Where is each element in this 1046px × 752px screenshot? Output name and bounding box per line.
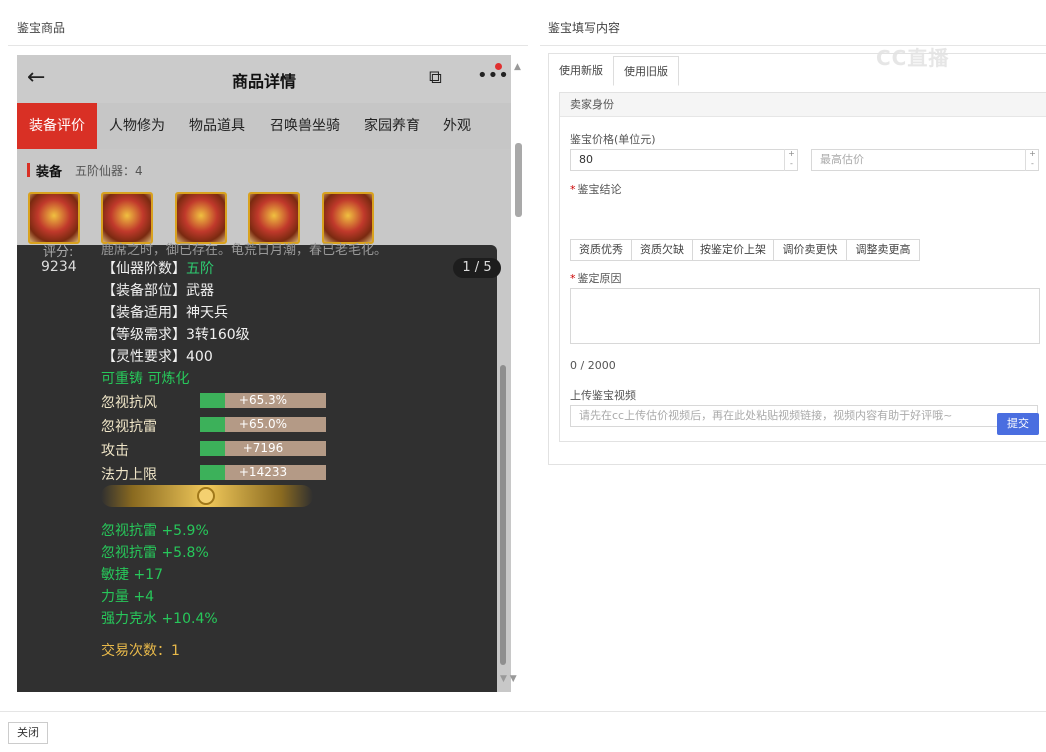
- seller-identity-section: 卖家身份: [560, 93, 1046, 117]
- conclusion-option[interactable]: 调整卖更高: [846, 239, 920, 261]
- stat-name: 忽视抗风: [101, 395, 157, 411]
- price-label: 鉴宝价格(单位元): [570, 133, 656, 146]
- equipment-subtitle: 五阶仙器：4: [75, 164, 143, 178]
- max-price-input[interactable]: 最高估价: [811, 149, 1039, 171]
- page-indicator: 1 / 5: [453, 258, 501, 278]
- attr-class: 【装备适用】神天兵: [102, 305, 228, 321]
- phone-preview: ← 商品详情 ⧉ ••• 装备评价 人物修为 物品道具 召唤兽坐骑 家园养育 外…: [17, 55, 511, 692]
- reason-label: * 鉴定原因: [570, 272, 622, 285]
- tab-character[interactable]: 人物修为: [103, 103, 171, 149]
- stat-bar: +7196: [200, 441, 326, 456]
- extra-stat: 忽视抗雷 +5.8%: [101, 545, 209, 561]
- equipment-label: 装备: [36, 165, 63, 180]
- stat-name: 攻击: [101, 443, 129, 459]
- tab-new-version[interactable]: 使用新版: [549, 56, 613, 86]
- extra-stat: 敏捷 +17: [101, 567, 163, 583]
- equipment-item-icon[interactable]: [248, 192, 300, 244]
- conclusion-option[interactable]: 资质欠缺: [631, 239, 693, 261]
- tab-appearance[interactable]: 外观: [437, 103, 477, 149]
- char-counter: 0 / 2000: [570, 359, 616, 372]
- attr-slot: 【装备部位】武器: [102, 283, 214, 299]
- phone-tabs: 装备评价 人物修为 物品道具 召唤兽坐骑 家园养育 外观: [17, 103, 511, 149]
- section-marker: [27, 163, 30, 177]
- stat-name: 忽视抗雷: [101, 419, 157, 435]
- video-link-input[interactable]: 请先在cc上传估价视频后，再在此处粘贴视频链接，视频内容有助于好评哦~: [570, 405, 1038, 427]
- appraisal-form: 卖家身份 鉴宝价格(单位元) 80 + - 最高估价 + - * 鉴宝结论 资质优秀 …: [559, 92, 1046, 442]
- conclusion-option[interactable]: 调价卖更快: [773, 239, 847, 261]
- close-button[interactable]: 关闭: [8, 722, 48, 744]
- stat-bar: +65.0%: [200, 417, 326, 432]
- conclusion-option[interactable]: 按鉴定价上架: [692, 239, 774, 261]
- stat-value: +14233: [238, 465, 288, 479]
- extra-stat: 强力克水 +10.4%: [101, 611, 218, 627]
- scroll-up-icon[interactable]: ▲: [514, 62, 521, 72]
- tab-summons[interactable]: 召唤兽坐骑: [263, 103, 347, 149]
- right-panel-title: 鉴宝填写内容: [548, 21, 621, 35]
- price-stepper[interactable]: + -: [784, 149, 798, 171]
- price-input[interactable]: 80: [570, 149, 798, 171]
- max-price-stepper[interactable]: + -: [1025, 149, 1039, 171]
- ornament-divider: [101, 485, 313, 507]
- stat-bar: +14233: [200, 465, 326, 480]
- submit-button[interactable]: 提交: [997, 413, 1039, 435]
- gem-icon: [197, 487, 215, 505]
- item-description: 鹿席之时，御已存在。龟荒日月潮，春已老毛化。: [101, 243, 388, 258]
- reason-textarea[interactable]: [570, 288, 1040, 344]
- extra-stat: 忽视抗雷 +5.9%: [101, 523, 209, 539]
- attr-level: 【等级需求】3转160级: [102, 327, 250, 343]
- more-icon[interactable]: •••: [477, 65, 509, 86]
- attr-spirit: 【灵性要求】400: [102, 349, 213, 365]
- equipment-item-icon[interactable]: [322, 192, 374, 244]
- attr-tier: 【仙器阶数】五阶: [102, 261, 214, 277]
- tab-old-version[interactable]: 使用旧版: [613, 56, 679, 86]
- reforge-status: 可重铸 可炼化: [101, 371, 190, 387]
- popup-scrollbar[interactable]: [500, 365, 506, 665]
- notification-dot-icon: [495, 63, 502, 70]
- video-label: 上传鉴宝视频: [570, 389, 636, 402]
- conclusion-option[interactable]: 资质优秀: [570, 239, 632, 261]
- footer-divider: [0, 711, 1046, 712]
- left-title-divider: [8, 45, 528, 46]
- equipment-item-icon[interactable]: [28, 192, 80, 244]
- score-label: 评分:: [43, 245, 74, 260]
- appraisal-form-container: 使用新版 使用旧版 卖家身份 鉴宝价格(单位元) 80 + - 最高估价 + - *…: [548, 53, 1046, 465]
- tab-items[interactable]: 物品道具: [183, 103, 251, 149]
- extra-stat: 力量 +4: [101, 589, 155, 605]
- stat-name: 法力上限: [101, 467, 157, 483]
- tab-home[interactable]: 家园养育: [359, 103, 425, 149]
- item-detail-popup: 评分: 鹿席之时，御已存在。龟荒日月潮，春已老毛化。 9234 1 / 5 【仙…: [17, 243, 501, 692]
- trade-count: 交易次数：1: [101, 643, 180, 659]
- outer-scrollbar[interactable]: [515, 143, 522, 217]
- phone-header: ← 商品详情 ⧉ •••: [17, 55, 511, 103]
- stat-value: +65.3%: [238, 393, 288, 407]
- equipment-item-icon[interactable]: [101, 192, 153, 244]
- share-icon[interactable]: ⧉: [429, 67, 442, 88]
- stat-value: +7196: [242, 441, 284, 455]
- right-title-divider: [540, 45, 1046, 46]
- left-panel-title: 鉴宝商品: [17, 21, 66, 35]
- conclusion-label: * 鉴宝结论: [570, 183, 622, 196]
- scroll-down-icon[interactable]: ▼ ▼: [500, 674, 517, 684]
- stat-value: +65.0%: [238, 417, 288, 431]
- equipment-item-icon[interactable]: [175, 192, 227, 244]
- equipment-section-header: 装备 五阶仙器：4: [17, 153, 511, 183]
- tab-equipment[interactable]: 装备评价: [17, 103, 97, 149]
- stat-bar: +65.3%: [200, 393, 326, 408]
- score-value: 9234: [41, 259, 77, 275]
